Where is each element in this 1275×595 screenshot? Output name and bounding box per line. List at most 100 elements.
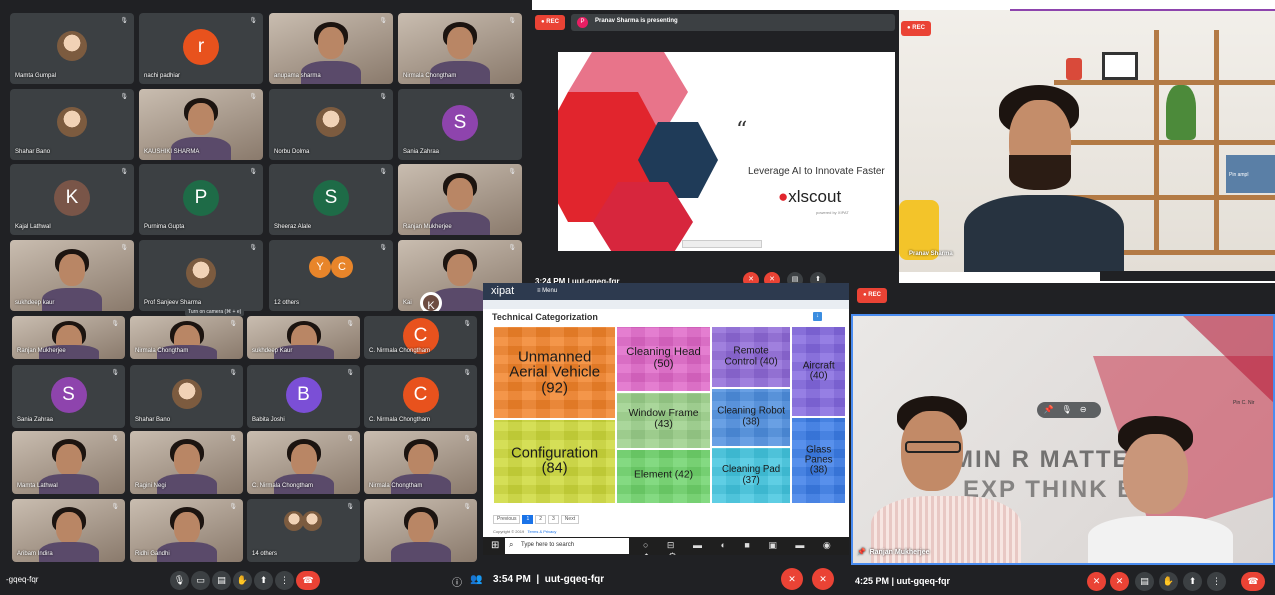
treemap-cell-unmanned-aerial-vehicle-92[interactable]: Unmanned Aerial Vehicle (92) — [494, 327, 616, 419]
participant-tile-sheeraz-alale[interactable]: S 🎙 Sheeraz Alale — [269, 164, 393, 235]
slide-headline: Leverage AI to Innovate Faster — [748, 166, 885, 177]
avatar: K — [420, 291, 442, 311]
menu-button[interactable]: ≡ Menu — [537, 288, 557, 294]
pagination-page-3[interactable]: 3 — [548, 515, 559, 524]
participant-name: Kajal Lathwal — [15, 224, 51, 230]
remove-icon[interactable]: ⊖ — [1080, 405, 1095, 414]
participant-tile-c-nirmala-chongtham[interactable]: C 🎙 C. Nirmala Chongtham — [364, 365, 477, 428]
participant-name: Nirmala Chongtham — [135, 348, 189, 354]
mic-muted-icon: 🎙 — [249, 245, 257, 251]
participant-name: sukhdeep Kaur — [252, 348, 293, 354]
participant-tile-nirmala-chongtham[interactable]: 🎙 Nirmala Chongtham — [398, 13, 522, 84]
participant-name: Kai — [403, 300, 412, 306]
treemap-cell-cleaning-head-50[interactable]: Cleaning Head (50) — [617, 327, 710, 391]
treemap-cell-cleaning-pad-37[interactable]: Cleaning Pad (37) — [711, 447, 791, 503]
raise-hand-button[interactable]: ✋ — [233, 571, 252, 590]
participant-tile-ranjan-mukherjee[interactable]: 🎙 Ranjan Mukherjee — [12, 316, 125, 359]
profile-photo — [57, 106, 87, 137]
mic-muted-icon: 🎙 — [229, 436, 237, 442]
participant-tile-sania-zahraa[interactable]: S 🎙 Sania Zahraa — [398, 89, 522, 160]
participant-tile-babita-joshi[interactable]: B 🎙 Babita Joshi — [247, 365, 360, 428]
treemap-cell-cleaning-robot-38[interactable]: Cleaning Robot (38) — [711, 388, 791, 446]
camera-off-button[interactable]: ✕ — [1110, 572, 1129, 591]
participant-tile-c-nirmala-chongtham[interactable]: 🎙 C. Nirmala Chongtham — [247, 431, 360, 494]
participant-name: Mamta Lathwal — [17, 483, 58, 489]
xipat-time: 3:54 PM | uut-gqeq-fqr — [493, 574, 605, 585]
treemap-label: Element (42) — [633, 469, 694, 481]
participant-tile-mamta-gumpal[interactable]: 🎙 Mamta Gumpal — [10, 13, 134, 84]
participant-tile-purnima-gupta[interactable]: P 🎙 Purnima Gupta — [139, 164, 263, 235]
participant-tile-nachi-padhiar[interactable]: r 🎙 nachi padhiar — [139, 13, 263, 84]
mic-off-button[interactable]: ✕ — [1087, 572, 1106, 591]
mic-icon[interactable]: 🎙 — [1062, 405, 1080, 414]
participant-tile-shahar-bano[interactable]: 🎙 Shahar Bano — [130, 365, 243, 428]
leave-call-button[interactable]: ☎ — [1241, 572, 1265, 591]
treemap-cell-window-frame-43[interactable]: Window Frame (43) — [617, 392, 710, 448]
present-button[interactable]: ⬆ — [254, 571, 273, 590]
participant-tile-aribam-indira[interactable]: 🎙 Aribam Indira — [12, 499, 125, 562]
participant-name: 14 others — [252, 551, 278, 557]
participant-tile-shahar-bano[interactable]: 🎙 Shahar Bano — [10, 89, 134, 160]
mic-muted-icon: 🎙 — [346, 504, 354, 510]
participant-tile-nirmala-chongtham[interactable]: 🎙 Nirmala Chongtham — [364, 431, 477, 494]
treemap-cell-aircraft-40[interactable]: Aircraft (40) — [792, 327, 845, 417]
camera-off-button[interactable]: ✕ — [812, 568, 834, 590]
participant-tile-c-nirmala-chongtham[interactable]: C 🎙 C. Nirmala Chongtham — [364, 316, 477, 359]
participant-tile-ridhi-gandhi[interactable]: 🎙 Ridhi Gandhi — [130, 499, 243, 562]
participant-tile-sukhdeep-kaur[interactable]: 🎙 sukhdeep Kaur — [247, 316, 360, 359]
participant-tile-ranjan-mukherjee[interactable]: 🎙 Ranjan Mukherjee — [398, 164, 522, 235]
participant-tile-12-others[interactable]: Y C 🎙 12 others — [269, 240, 393, 311]
slide-toolbar — [682, 240, 762, 248]
pagination-next[interactable]: Next — [560, 515, 580, 524]
pagination-previous[interactable]: Previous — [493, 515, 521, 524]
terms-link[interactable]: Terms & Privacy — [527, 529, 556, 534]
info-icon[interactable]: ⓘ — [452, 574, 462, 589]
taskbar-search[interactable]: ⌕ Type here to search — [505, 538, 629, 554]
windows-start-icon[interactable]: ⊞ — [491, 540, 499, 551]
mic-muted-icon: 🎙 — [508, 169, 516, 175]
participant-tile-sukhdeep-kaur[interactable]: 🎙 sukhdeep kaur — [10, 240, 134, 311]
profile-photo — [283, 510, 304, 531]
mic-muted-icon: 🎙 — [249, 169, 257, 175]
mic-muted-icon: 🎙 — [229, 504, 237, 510]
participant-name: Purnima Gupta — [144, 224, 185, 230]
treemap-cell-remote-control-40[interactable]: Remote Control (40) — [711, 327, 791, 387]
treemap-cell-element-42[interactable]: Element (42) — [617, 449, 710, 503]
leave-call-button[interactable]: ☎ — [296, 571, 320, 590]
more-options-button[interactable]: ⋮ — [275, 571, 294, 590]
mic-off-button[interactable]: ✕ — [781, 568, 803, 590]
camera-button[interactable]: ▭ — [191, 571, 210, 590]
participant-tile-14-others[interactable]: 🎙 14 others — [247, 499, 360, 562]
present-button[interactable]: ⬆ — [1183, 572, 1202, 591]
mic-button[interactable]: 🎙 — [170, 571, 189, 590]
pagination-page-2[interactable]: 2 — [535, 515, 547, 524]
participant-tile-kaushiki-sharma[interactable]: 🎙 KAUSHIKI SHARMA — [139, 89, 263, 160]
captions-button[interactable]: ▤ — [1135, 572, 1154, 591]
treemap-cell-configuration-84[interactable]: Configuration (84) — [494, 420, 616, 503]
participant-tile-prof-sanjeev-sharma[interactable]: 🎙 Prof Sanjeev Sharma — [139, 240, 263, 311]
participant-name: KAUSHIKI SHARMA — [144, 149, 200, 155]
captions-button[interactable]: ▤ — [212, 571, 231, 590]
mic-muted-icon: 🎙 — [508, 94, 516, 100]
rec-dot-icon: ● — [863, 292, 867, 298]
participant-tile-nirmala-chongtham[interactable]: 🎙 Nirmala Chongtham — [130, 316, 243, 359]
participant-tile-anupama-sharma[interactable]: 🎙 anupama sharma — [269, 13, 393, 84]
more-options-button[interactable]: ⋮ — [1207, 572, 1226, 591]
treemap-cell-glass-panes-38[interactable]: Glass Panes (38) — [792, 418, 845, 503]
participant-tile-ragini-negi[interactable]: 🎙 Ragini Negi — [130, 431, 243, 494]
download-icon[interactable]: ↓ — [813, 312, 822, 321]
raise-hand-button[interactable]: ✋ — [1159, 572, 1178, 591]
participant-tile-blank[interactable]: 🎙 — [364, 499, 477, 562]
people-icon[interactable]: 👥 — [470, 574, 482, 585]
participant-name: Nirmala Chongtham — [403, 73, 457, 79]
participant-tile-kajal-lathwal[interactable]: K 🎙 Kajal Lathwal — [10, 164, 134, 235]
mic-muted-icon: 🎙 — [463, 436, 471, 442]
participant-name: C. Nirmala Chongtham — [369, 348, 431, 354]
pagination-page-1[interactable]: 1 — [522, 515, 534, 524]
participant-tile-sania-zahraa[interactable]: S 🎙 Sania Zahraa — [12, 365, 125, 428]
mic-muted-icon: 🎙 — [379, 94, 387, 100]
mic-muted-icon: 🎙 — [379, 169, 387, 175]
participant-tile-mamta-lathwal[interactable]: 🎙 Mamta Lathwal — [12, 431, 125, 494]
pin-icon[interactable]: 📌 — [1044, 405, 1062, 414]
participant-tile-norbu-dolma[interactable]: 🎙 Norbu Dolma — [269, 89, 393, 160]
